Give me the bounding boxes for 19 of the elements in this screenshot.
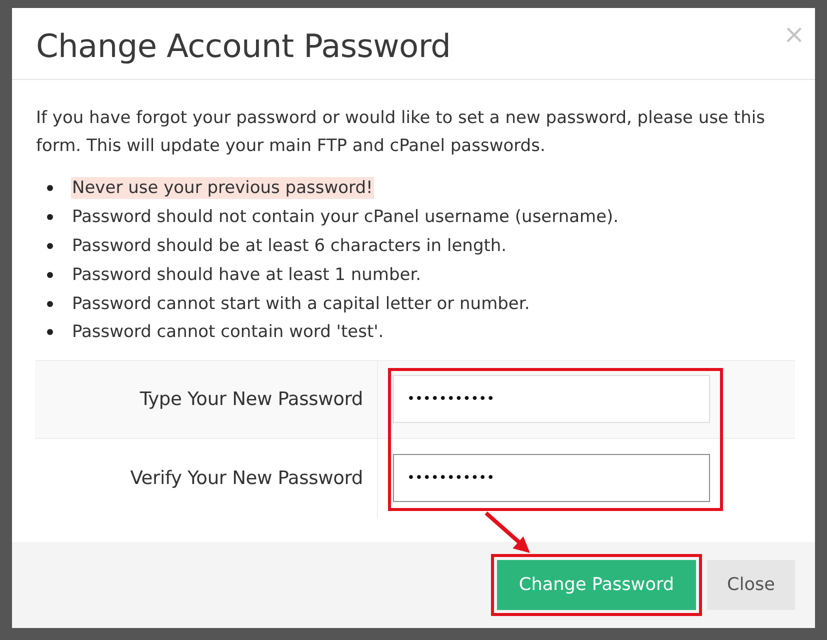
password-field[interactable]: ••••••••••• bbox=[393, 454, 710, 502]
dialog-title: Change Account Password bbox=[36, 26, 451, 66]
rule-text: Password should have at least 1 number. bbox=[71, 264, 422, 286]
field-label: Type Your New Password bbox=[140, 388, 363, 410]
password-field[interactable]: ••••••••••• bbox=[393, 375, 710, 424]
rule-text: Password should not contain your cPanel username (username). bbox=[71, 206, 620, 228]
bullet-icon bbox=[47, 185, 53, 192]
rule-text: Password should be at least 6 characters in length. bbox=[71, 234, 508, 257]
bullet-icon bbox=[47, 329, 53, 336]
rule-text: Password cannot start with a capital letter or number. bbox=[71, 292, 531, 315]
bullet-icon bbox=[47, 272, 53, 278]
intro-text: If you have forgot your password or would like to set a new password, please use this form. This will update your main FTP and cPanel passwords. bbox=[36, 107, 766, 158]
bullet-icon bbox=[47, 214, 53, 220]
bullet-icon bbox=[47, 242, 53, 249]
secondary-button[interactable]: Close bbox=[707, 560, 795, 610]
bullet-icon bbox=[47, 300, 53, 307]
rule-text: Password cannot contain word 'test'. bbox=[71, 321, 385, 344]
field-label: Verify Your New Password bbox=[130, 468, 363, 489]
rule-text: Never use your previous password! bbox=[71, 177, 374, 200]
